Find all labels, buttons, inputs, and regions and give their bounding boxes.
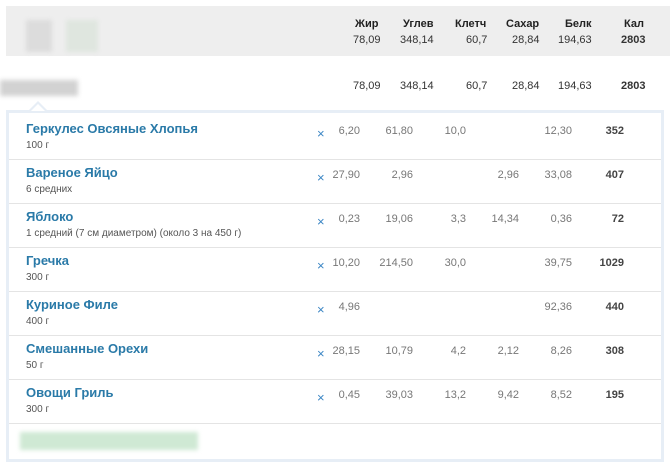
total-kcal: 2803: [621, 34, 646, 46]
food-name-link[interactable]: Куриное Филе: [26, 297, 118, 312]
meal-title-blurred[interactable]: [0, 80, 78, 96]
panel-pointer-inner: [31, 104, 45, 111]
meal-sugar: 28,84: [512, 80, 540, 92]
food-name-link[interactable]: Вареное Яйцо: [26, 165, 118, 180]
food-name-link[interactable]: Овощи Гриль: [26, 385, 114, 400]
food-amount: 300 г: [26, 272, 50, 283]
table-row: Куриное Филе 400 г × 4,96 92,36 440: [9, 292, 661, 336]
food-amount: 50 г: [26, 360, 44, 371]
table-row: Гречка 300 г × 10,20 214,50 30,0 39,75 1029: [9, 248, 661, 292]
food-amount: 300 г: [26, 404, 50, 415]
table-row: Яблоко 1 средний (7 см диаметром) (около …: [9, 204, 661, 248]
col-protein-label: Белк: [565, 18, 592, 30]
food-name-link[interactable]: Яблоко: [26, 209, 73, 224]
food-name-link[interactable]: Геркулес Овсяные Хлопья: [26, 121, 198, 136]
food-amount: 6 средних: [26, 184, 73, 195]
col-fiber-label: Клетч: [455, 18, 487, 30]
food-kcal-value: 195: [605, 389, 624, 401]
food-kcal-value: 352: [605, 125, 624, 137]
blurred-date: [26, 20, 52, 52]
food-name-link[interactable]: Смешанные Орехи: [26, 341, 148, 356]
food-carbs-value: 2,96: [391, 169, 413, 181]
food-fat-value: 4,96: [338, 301, 360, 313]
food-kcal-value: 308: [605, 345, 624, 357]
meal-kcal: 2803: [621, 80, 646, 92]
total-fiber: 60,7: [466, 34, 488, 46]
total-fat: 78,09: [353, 34, 381, 46]
total-sugar: 28,84: [512, 34, 540, 46]
food-kcal-value: 1029: [599, 257, 624, 269]
food-fiber-value: 10,0: [444, 125, 466, 137]
meal-fat: 78,09: [353, 80, 381, 92]
blurred-footer-link[interactable]: [20, 432, 198, 450]
food-name-link[interactable]: Гречка: [26, 253, 69, 268]
food-amount: 100 г: [26, 140, 50, 151]
meal-protein: 194,63: [558, 80, 592, 92]
food-amount: 1 средний (7 см диаметром) (около 3 на 4…: [26, 228, 242, 239]
meal-fiber: 60,7: [466, 80, 488, 92]
food-kcal-value: 72: [611, 213, 624, 225]
col-fat-label: Жир: [355, 18, 379, 30]
table-row: Вареное Яйцо 6 средних × 27,90 2,96 2,96 33,08…: [9, 160, 661, 204]
total-carbs: 348,14: [400, 34, 434, 46]
col-carbs-label: Углев: [403, 18, 434, 30]
food-fiber-value: 30,0: [444, 257, 466, 269]
col-kcal-label: Кал: [624, 18, 644, 30]
table-row: Овощи Гриль 300 г × 0,45 39,03 13,2 9,42 8,52 19…: [9, 380, 661, 424]
food-amount: 400 г: [26, 316, 50, 327]
food-kcal-value: 440: [605, 301, 624, 313]
food-kcal-value: 407: [605, 169, 624, 181]
total-protein: 194,63: [558, 34, 592, 46]
meal-carbs: 348,14: [400, 80, 434, 92]
daily-totals-header: [6, 6, 670, 56]
col-sugar-label: Сахар: [506, 18, 540, 30]
table-row: Геркулес Овсяные Хлопья 100 г × 6,20 61,80 10…: [9, 116, 661, 160]
blurred-icon: [66, 20, 98, 52]
table-row: Смешанные Орехи 50 г × 28,15 10,79 4,2 2,12 8,2…: [9, 336, 661, 380]
